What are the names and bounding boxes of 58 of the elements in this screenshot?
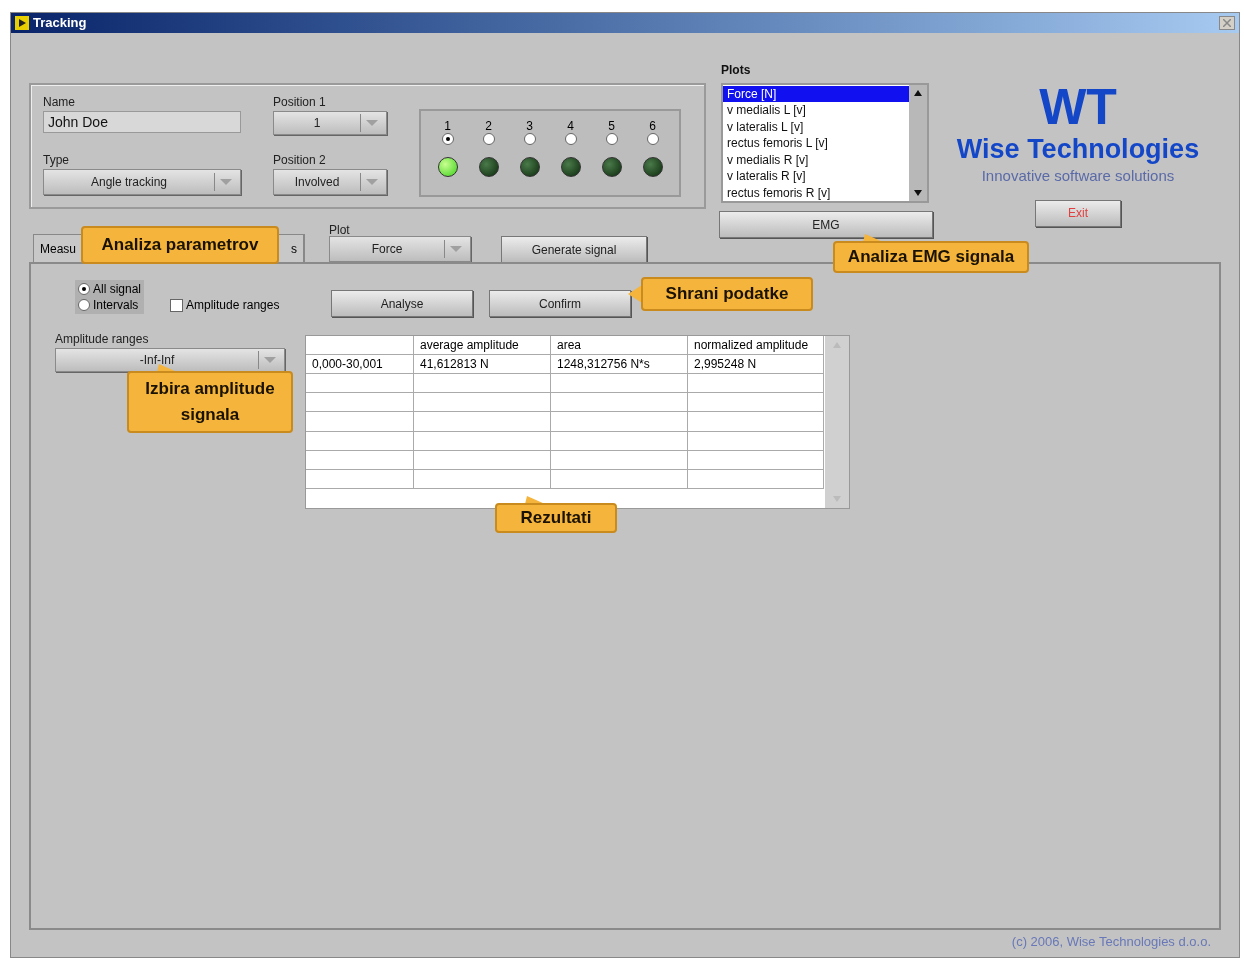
mode-option[interactable]: Intervals (78, 297, 142, 313)
generate-signal-button[interactable]: Generate signal (501, 236, 647, 263)
callout-tooltip: Izbira amplitude signala (127, 371, 293, 433)
column-header: average amplitude (414, 336, 551, 356)
confirm-button[interactable]: Confirm (489, 290, 631, 317)
plot-list-item[interactable]: v lateralis R [v] (723, 168, 909, 185)
amplitude-ranges-label: Amplitude ranges (55, 331, 150, 348)
radio-button[interactable] (482, 133, 495, 145)
table-cell: 2,995248 N (688, 355, 824, 375)
dropdown[interactable]: Involved (273, 169, 387, 195)
dropdown[interactable]: Angle tracking (43, 169, 241, 195)
radio-button[interactable] (78, 299, 90, 311)
channel-number: 5 (608, 119, 615, 133)
emg-button[interactable]: EMG (719, 211, 933, 238)
dropdown[interactable]: Force (329, 236, 471, 262)
plot-list-item[interactable]: Force [N] (723, 86, 909, 103)
dropdown[interactable]: -Inf-Inf (55, 348, 285, 372)
column-header: area (551, 336, 688, 356)
name-label: Name (43, 94, 76, 111)
plot-list-item[interactable]: rectus femoris L [v] (723, 135, 909, 152)
position-label: Position 1 (273, 94, 327, 111)
play-icon (15, 16, 29, 30)
radio-button[interactable] (646, 133, 659, 145)
channel-number: 6 (649, 119, 656, 133)
column-header: normalized amplitude (688, 336, 824, 356)
channel-number: 3 (526, 119, 533, 133)
copyright-text: (c) 2006, Wise Technologies d.o.o. (1011, 933, 1211, 951)
logo-name: Wise Technologies (956, 133, 1200, 165)
radio-button[interactable] (523, 133, 536, 145)
radio-button[interactable] (564, 133, 577, 145)
table-cell: 41,612813 N (414, 355, 551, 375)
name-field[interactable]: John Doe (43, 111, 241, 133)
plot-list-item[interactable]: v medialis L [v] (723, 102, 909, 119)
radio-button[interactable] (441, 133, 454, 145)
position-label: Position 2 (273, 152, 327, 169)
table-cell: 0,000-30,001 (306, 355, 414, 375)
amplitude-checkbox[interactable]: Amplitude ranges (170, 296, 280, 314)
logo-tagline: Innovative software solutions (981, 166, 1175, 186)
plots-label: Plots (721, 62, 752, 79)
plot-list-item[interactable]: v medialis R [v] (723, 151, 909, 169)
plot-list-item[interactable]: v lateralis L [v] (723, 118, 909, 136)
table-cell: 1248,312756 N*s (551, 355, 688, 375)
radio-button[interactable] (605, 133, 618, 145)
callout-tooltip: Analiza parametrov (81, 226, 279, 264)
close-icon (1223, 19, 1231, 27)
analyse-button[interactable]: Analyse (331, 290, 473, 317)
channel-number: 1 (444, 119, 451, 133)
plot-label: Plot (329, 224, 351, 236)
dropdown[interactable]: 1 (273, 111, 387, 135)
logo-mark: WT (1039, 81, 1117, 133)
mode-option[interactable]: All signal (78, 281, 142, 297)
type-label: Type (43, 152, 70, 169)
radio-button[interactable] (78, 283, 90, 295)
channel-number: 2 (485, 119, 492, 133)
window-title: Tracking (33, 14, 88, 33)
plot-list-item[interactable]: rectus femoris R [v] (723, 184, 909, 201)
channel-number: 4 (567, 119, 574, 133)
scrollbar[interactable] (909, 85, 927, 201)
